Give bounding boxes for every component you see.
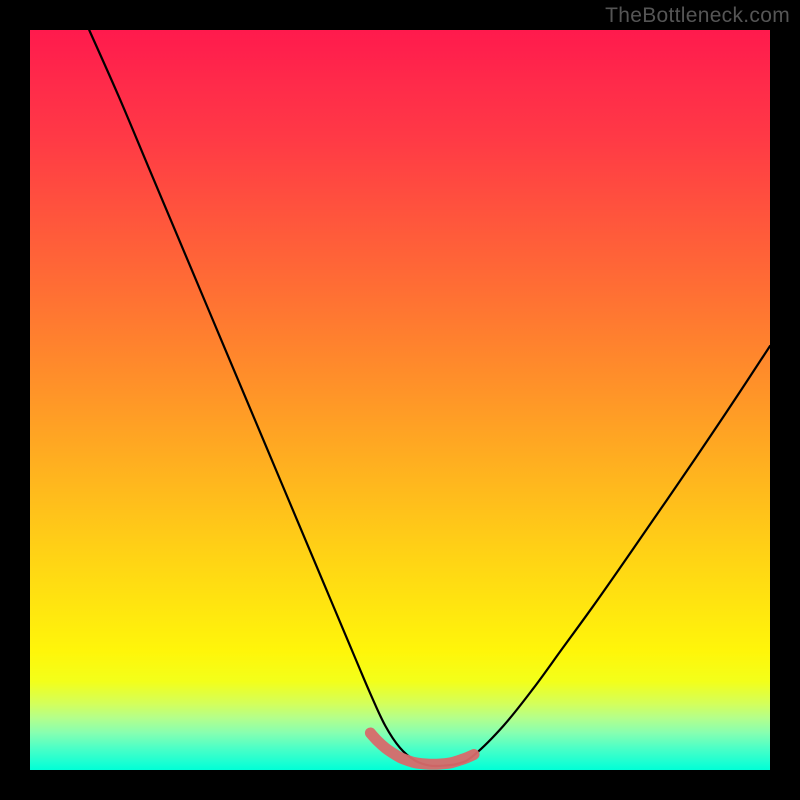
curve-svg <box>30 30 770 770</box>
optimal-band-curve <box>370 733 474 764</box>
bottleneck-curve <box>89 30 770 766</box>
watermark-text: TheBottleneck.com <box>605 4 790 28</box>
chart-frame: TheBottleneck.com <box>0 0 800 800</box>
plot-area <box>30 30 770 770</box>
